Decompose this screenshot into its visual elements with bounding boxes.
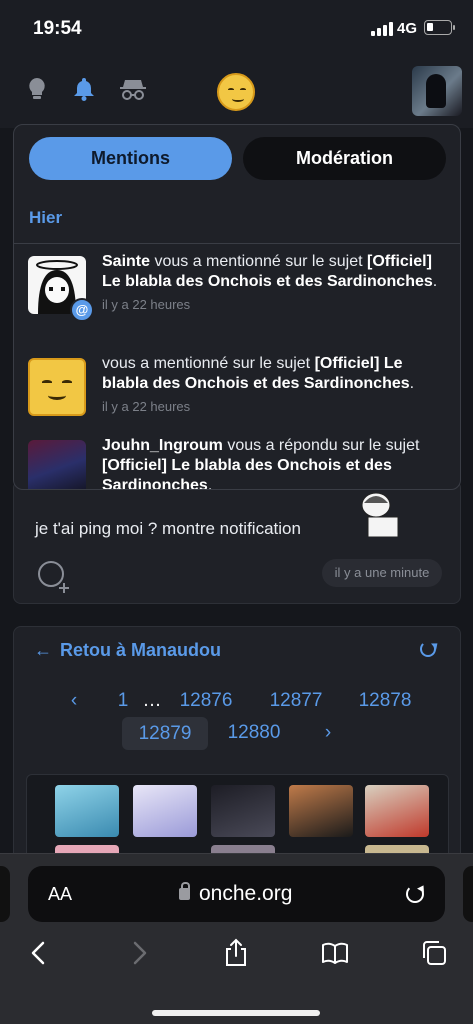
- notifications-popup: Mentions Modération Hier @ Sainte vous a…: [13, 124, 461, 490]
- page-12877[interactable]: 12877: [264, 690, 328, 712]
- page-12878[interactable]: 12878: [353, 690, 417, 712]
- user-avatar-jouhn: [28, 440, 86, 489]
- battery-icon: [424, 20, 455, 35]
- page-first[interactable]: 1: [113, 690, 133, 712]
- notification-time: il y a 22 heures: [102, 399, 191, 414]
- notification-action: vous a mentionné sur le sujet: [150, 253, 368, 270]
- post-text: je t'ai ping moi ? montre notification: [35, 519, 301, 538]
- sticker-item[interactable]: [55, 785, 119, 837]
- url-domain: onche.org: [199, 882, 293, 905]
- status-bar: 19:54 4G: [0, 0, 473, 58]
- sticker-item[interactable]: [289, 785, 353, 837]
- notification-action: vous a mentionné sur le sujet: [102, 355, 315, 372]
- share-icon[interactable]: [221, 938, 251, 968]
- lock-icon: [179, 882, 190, 900]
- notification-text: vous a mentionné sur le sujet [Officiel]…: [102, 354, 442, 415]
- notification-text: Jouhn_Ingroum vous a répondu sur le suje…: [102, 436, 442, 490]
- notification-item[interactable]: vous a mentionné sur le sujet [Officiel]…: [28, 354, 448, 430]
- page-12880[interactable]: 12880: [222, 722, 286, 744]
- notification-user[interactable]: Jouhn_Ingroum: [102, 437, 223, 454]
- address-bar[interactable]: AA onche.org: [28, 866, 445, 922]
- forward-icon[interactable]: [124, 938, 154, 968]
- bookmarks-icon[interactable]: [320, 938, 350, 968]
- next-tab[interactable]: [463, 866, 473, 922]
- network-type: 4G: [397, 20, 418, 37]
- status-time: 19:54: [33, 18, 82, 39]
- notification-end: .: [207, 477, 213, 490]
- notification-end: .: [409, 375, 415, 392]
- bell-icon[interactable]: [71, 76, 97, 102]
- post-card: je t'ai ping moi ? montre notification i…: [13, 480, 461, 604]
- page-ellipsis: …: [142, 690, 162, 711]
- sticker-item[interactable]: [211, 785, 275, 837]
- tab-moderation[interactable]: Modération: [243, 137, 446, 180]
- lightbulb-icon[interactable]: [24, 76, 50, 102]
- notification-topic[interactable]: [Officiel] Le blabla des Onchois et des …: [102, 457, 392, 489]
- sticker-item[interactable]: [365, 785, 429, 837]
- notification-item[interactable]: @ Sainte vous a mentionné sur le sujet […: [28, 252, 448, 328]
- reader-settings-button[interactable]: AA: [48, 884, 72, 905]
- back-icon[interactable]: [24, 938, 54, 968]
- arrow-left-icon: ←: [34, 640, 52, 660]
- notification-action: vous a répondu sur le sujet: [222, 437, 420, 454]
- mention-badge: @: [70, 298, 94, 322]
- page-next[interactable]: ›: [318, 722, 338, 744]
- sticker-item[interactable]: [133, 785, 197, 837]
- previous-tab[interactable]: [0, 866, 10, 922]
- smiley-avatar: [28, 358, 86, 416]
- home-indicator: [152, 1010, 320, 1016]
- tabs-icon[interactable]: [419, 938, 449, 968]
- incognito-icon[interactable]: [119, 76, 147, 102]
- notification-user[interactable]: Sainte: [102, 253, 150, 270]
- smiley-logo[interactable]: [217, 73, 255, 111]
- back-link[interactable]: ← Retou à Manaudou: [34, 640, 221, 661]
- page-prev[interactable]: ‹: [64, 690, 84, 712]
- post-timestamp: il y a une minute: [322, 559, 442, 587]
- notification-text: Sainte vous a mentionné sur le sujet [Of…: [102, 252, 442, 313]
- anime-sticker-image: [354, 491, 408, 537]
- add-reaction-icon[interactable]: [38, 561, 69, 593]
- day-label: Hier: [29, 208, 63, 227]
- refresh-icon[interactable]: [420, 641, 436, 657]
- back-link-label: Retou à Manaudou: [60, 640, 221, 660]
- page-current[interactable]: 12879: [122, 717, 208, 750]
- signal-icon: [371, 22, 393, 36]
- divider: [14, 243, 460, 244]
- user-avatar[interactable]: [412, 66, 462, 116]
- notification-time: il y a 22 heures: [102, 297, 191, 312]
- reload-icon[interactable]: [406, 885, 424, 903]
- browser-toolbar: AA onche.org: [0, 853, 473, 1024]
- page-12876[interactable]: 12876: [174, 690, 238, 712]
- notification-end: .: [432, 273, 438, 290]
- tab-mentions[interactable]: Mentions: [29, 137, 232, 180]
- notification-item[interactable]: Jouhn_Ingroum vous a répondu sur le suje…: [28, 436, 448, 490]
